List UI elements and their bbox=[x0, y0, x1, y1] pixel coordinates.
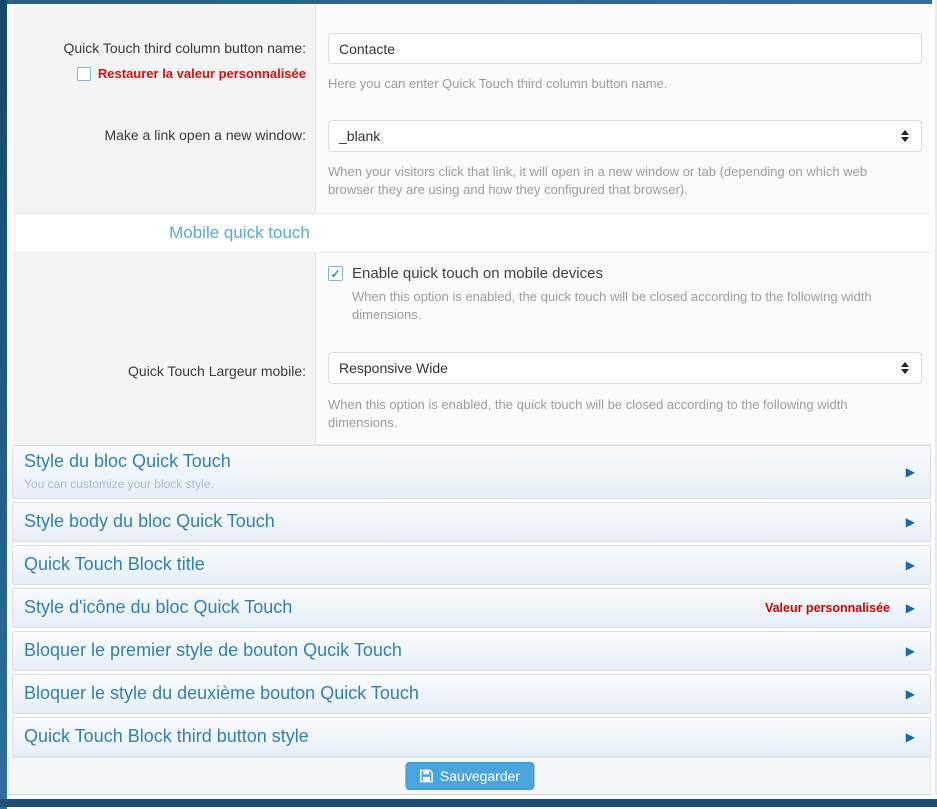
window-bottom-edge bbox=[0, 799, 937, 807]
mobile-width-label: Quick Touch Largeur mobile: bbox=[15, 363, 306, 379]
accordion-second-button-style[interactable]: Bloquer le style du deuxième bouton Quic… bbox=[12, 674, 931, 714]
expand-arrow-icon: ▶ bbox=[906, 465, 915, 479]
custom-value-badge: Valeur personnalisée bbox=[765, 601, 890, 615]
enable-mobile-desc: When this option is enabled, the quick t… bbox=[352, 288, 908, 324]
expand-arrow-icon: ▶ bbox=[906, 687, 915, 701]
button-name-input[interactable] bbox=[328, 33, 922, 64]
enable-mobile-row: ✓ Enable quick touch on mobile devices bbox=[328, 265, 603, 282]
mobile-settings-block: ✓ Enable quick touch on mobile devices W… bbox=[15, 253, 931, 445]
accordion-title: Bloquer le style du deuxième bouton Quic… bbox=[24, 683, 419, 704]
settings-table: Quick Touch third column button name: Re… bbox=[14, 4, 931, 445]
save-button-label: Sauvegarder bbox=[440, 768, 520, 784]
settings-page: Quick Touch third column button name: Re… bbox=[0, 0, 937, 809]
expand-arrow-icon: ▶ bbox=[906, 730, 915, 744]
accordion-icon-style[interactable]: Style d'icône du bloc Quick Touch Valeur… bbox=[12, 588, 931, 628]
enable-mobile-checkbox[interactable]: ✓ bbox=[328, 266, 343, 281]
mobile-section-title: Mobile quick touch bbox=[15, 223, 464, 243]
restore-custom-value-row: Restaurer la valeur personnalisée bbox=[77, 66, 306, 81]
window-left-edge bbox=[0, 0, 7, 809]
accordion-title: Style du bloc Quick Touch bbox=[24, 451, 231, 472]
mobile-width-select[interactable]: Responsive Wide bbox=[328, 352, 922, 384]
new-window-help: When your visitors click that link, it w… bbox=[328, 163, 888, 199]
accordion-body-style[interactable]: Style body du bloc Quick Touch ▶ bbox=[12, 502, 931, 542]
button-name-label: Quick Touch third column button name: bbox=[15, 40, 306, 56]
accordion-title: Style body du bloc Quick Touch bbox=[24, 511, 275, 532]
label-column bbox=[15, 4, 316, 213]
enable-mobile-label: Enable quick touch on mobile devices bbox=[352, 265, 603, 282]
accordion-subtitle: You can customize your block style. bbox=[24, 477, 214, 491]
accordion-title: Quick Touch Block title bbox=[24, 554, 205, 575]
new-window-label: Make a link open a new window: bbox=[15, 127, 306, 143]
accordion-title: Style d'icône du bloc Quick Touch bbox=[24, 597, 292, 618]
accordion-title: Quick Touch Block third button style bbox=[24, 726, 309, 747]
button-name-help: Here you can enter Quick Touch third col… bbox=[328, 75, 667, 93]
expand-arrow-icon: ▶ bbox=[906, 644, 915, 658]
restore-label: Restaurer la valeur personnalisée bbox=[98, 66, 306, 81]
footer-bar: Sauvegarder bbox=[8, 757, 931, 795]
expand-arrow-icon: ▶ bbox=[906, 558, 915, 572]
expand-arrow-icon: ▶ bbox=[906, 515, 915, 529]
accordion-block-title[interactable]: Quick Touch Block title ▶ bbox=[12, 545, 931, 585]
new-window-select-value: _blank bbox=[339, 128, 901, 144]
select-stepper-icon bbox=[901, 130, 909, 142]
accordion-list: Style du bloc Quick Touch You can custom… bbox=[12, 445, 931, 760]
save-button[interactable]: Sauvegarder bbox=[405, 762, 534, 790]
general-settings-block: Quick Touch third column button name: Re… bbox=[15, 4, 931, 213]
accordion-third-button-style[interactable]: Quick Touch Block third button style ▶ bbox=[12, 717, 931, 757]
mobile-width-help: When this option is enabled, the quick t… bbox=[328, 396, 884, 432]
mobile-width-select-value: Responsive Wide bbox=[339, 360, 901, 376]
mobile-section-header: Mobile quick touch bbox=[15, 213, 931, 253]
accordion-title: Bloquer le premier style de bouton Qucik… bbox=[24, 640, 402, 661]
save-icon bbox=[419, 769, 433, 783]
select-stepper-icon bbox=[901, 362, 909, 374]
expand-arrow-icon: ▶ bbox=[906, 601, 915, 615]
accordion-first-button-style[interactable]: Bloquer le premier style de bouton Qucik… bbox=[12, 631, 931, 671]
label-column bbox=[15, 253, 316, 445]
restore-checkbox[interactable] bbox=[77, 67, 91, 81]
new-window-select[interactable]: _blank bbox=[328, 120, 922, 152]
accordion-block-style[interactable]: Style du bloc Quick Touch You can custom… bbox=[12, 445, 931, 499]
